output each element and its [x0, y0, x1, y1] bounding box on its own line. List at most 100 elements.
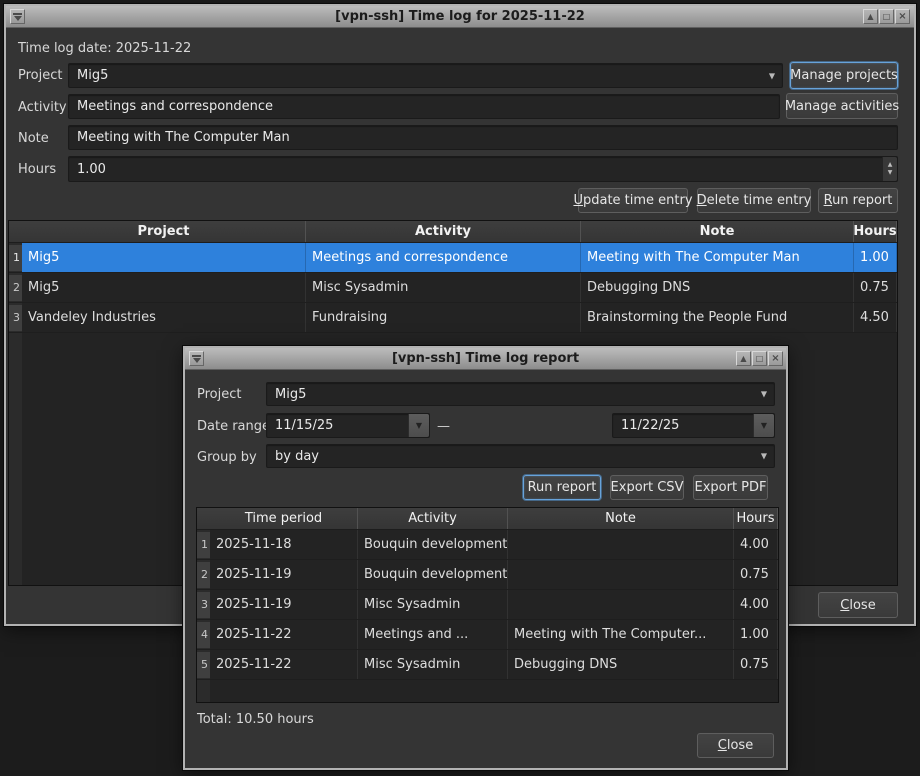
column-header-hours[interactable]: Hours	[734, 508, 778, 529]
export-csv-button[interactable]: Export CSV	[610, 475, 684, 500]
column-header-project[interactable]: Project	[22, 221, 306, 242]
table-row[interactable]: 32025-11-19Misc Sysadmin4.00	[197, 590, 778, 620]
spin-down-icon: ▼	[888, 169, 893, 177]
row-number: 2	[9, 275, 22, 301]
table-cell[interactable]: Meetings and correspondence	[306, 243, 581, 272]
export-pdf-button[interactable]: Export PDF	[693, 475, 768, 500]
group-by-combobox[interactable]: by day ▼	[266, 444, 775, 468]
group-by-combobox-value: by day	[275, 449, 319, 464]
table-cell[interactable]: Misc Sysadmin	[306, 273, 581, 302]
manage-projects-button[interactable]: Manage projects	[790, 62, 898, 89]
table-cell[interactable]	[508, 560, 734, 589]
dialog-shade-button[interactable]: ▲	[736, 351, 751, 366]
table-cell[interactable]: 0.75	[734, 650, 778, 679]
activity-label: Activity	[18, 100, 67, 115]
table-cell[interactable]: 2025-11-19	[210, 560, 358, 589]
table-row[interactable]: 12025-11-18Bouquin development 4.00	[197, 530, 778, 560]
update-time-entry-button[interactable]: Update time entry	[578, 188, 688, 213]
date-to-dropdown-button[interactable]: ▼	[753, 414, 774, 437]
table-cell[interactable]: 0.75	[854, 273, 897, 302]
table-cell[interactable]: Debugging DNS	[508, 650, 734, 679]
table-cell[interactable]: Debugging DNS	[581, 273, 854, 302]
table-cell[interactable]: Meeting with The Computer...	[508, 620, 734, 649]
column-header-activity[interactable]: Activity	[306, 221, 581, 242]
close-window-button[interactable]: ×	[895, 9, 910, 24]
table-cell[interactable]: Misc Sysadmin	[358, 650, 508, 679]
note-label: Note	[18, 131, 49, 146]
report-project-label: Project	[197, 387, 241, 402]
table-cell[interactable]: 1.00	[734, 620, 778, 649]
table-cell[interactable]: Mig5	[22, 243, 306, 272]
column-header-hours[interactable]: Hours	[854, 221, 897, 242]
table-cell[interactable]: Misc Sysadmin	[358, 590, 508, 619]
row-number-cell: 2	[9, 273, 22, 302]
column-header-note[interactable]: Note	[508, 508, 734, 529]
table-cell[interactable]: 2025-11-22	[210, 620, 358, 649]
table-cell[interactable]: Meeting with The Computer Man	[581, 243, 854, 272]
delete-time-entry-button[interactable]: Delete time entry	[697, 188, 811, 213]
activity-input[interactable]: Meetings and correspondence	[68, 94, 780, 119]
dialog-titlebar[interactable]: [vpn-ssh] Time log report ▲ □ ×	[185, 348, 786, 370]
dialog-close-button[interactable]: Close	[697, 733, 774, 758]
date-from-value: 11/15/25	[275, 418, 333, 433]
dialog-close-window-button[interactable]: ×	[768, 351, 783, 366]
date-range-label: Date range	[197, 419, 270, 434]
update-time-entry-label: Update time entry	[573, 193, 692, 208]
main-window-titlebar[interactable]: [vpn-ssh] Time log for 2025-11-22 ▲ □ ×	[6, 6, 914, 28]
table-cell[interactable]: Mig5	[22, 273, 306, 302]
table-row[interactable]: 2Mig5Misc SysadminDebugging DNS0.75	[9, 273, 897, 303]
row-number-cell: 1	[9, 243, 22, 272]
manage-projects-label: Manage projects	[790, 68, 898, 83]
table-row[interactable]: 42025-11-22Meetings and ...Meeting with …	[197, 620, 778, 650]
table-row[interactable]: 3Vandeley IndustriesFundraisingBrainstor…	[9, 303, 897, 333]
column-header-time-period[interactable]: Time period	[210, 508, 358, 529]
column-header-note[interactable]: Note	[581, 221, 854, 242]
dialog-maximize-button[interactable]: □	[752, 351, 767, 366]
note-input[interactable]: Meeting with The Computer Man	[68, 125, 898, 150]
dialog-run-report-button[interactable]: Run report	[523, 475, 601, 500]
manage-activities-button[interactable]: Manage activities	[786, 93, 898, 119]
maximize-button[interactable]: □	[879, 9, 894, 24]
shade-button[interactable]: ▲	[863, 9, 878, 24]
report-project-combobox[interactable]: Mig5 ▼	[266, 382, 775, 406]
date-from-picker[interactable]: 11/15/25 ▼	[266, 413, 430, 438]
main-close-button[interactable]: Close	[818, 592, 898, 618]
run-report-button[interactable]: Run report	[818, 188, 898, 213]
project-combobox[interactable]: Mig5 ▼	[68, 63, 783, 88]
table-cell[interactable]: Bouquin development	[358, 530, 508, 559]
dialog-run-report-label: Run report	[528, 480, 597, 495]
table-row[interactable]: 22025-11-19Bouquin development0.75	[197, 560, 778, 590]
date-from-dropdown-button[interactable]: ▼	[408, 414, 429, 437]
table-cell[interactable]	[508, 530, 734, 559]
table-cell[interactable]: Fundraising	[306, 303, 581, 332]
table-cell[interactable]: 0.75	[734, 560, 778, 589]
row-number-cell: 3	[9, 303, 22, 332]
row-number: 1	[9, 245, 22, 271]
table-cell[interactable]	[508, 590, 734, 619]
table-cell[interactable]: Vandeley Industries	[22, 303, 306, 332]
table-cell[interactable]: 4.50	[854, 303, 897, 332]
hours-spin-buttons[interactable]: ▲ ▼	[882, 157, 897, 181]
export-csv-label: Export CSV	[611, 480, 684, 495]
table-row[interactable]: 52025-11-22Misc SysadminDebugging DNS0.7…	[197, 650, 778, 680]
date-to-picker[interactable]: 11/22/25 ▼	[612, 413, 775, 438]
table-cell[interactable]: 2025-11-19	[210, 590, 358, 619]
hours-spinbox[interactable]: 1.00 ▲ ▼	[68, 156, 898, 182]
shade-icon: ▲	[867, 13, 873, 21]
column-header-activity[interactable]: Activity	[358, 508, 508, 529]
table-cell[interactable]: 2025-11-18	[210, 530, 358, 559]
report-table: Time periodActivityNoteHours12025-11-18B…	[196, 507, 779, 703]
table-cell[interactable]: Meetings and ...	[358, 620, 508, 649]
row-number-cell: 1	[197, 530, 210, 559]
table-cell[interactable]: Brainstorming the People Fund	[581, 303, 854, 332]
note-input-value: Meeting with The Computer Man	[77, 130, 290, 145]
table-cell[interactable]: Bouquin development	[358, 560, 508, 589]
chevron-down-icon: ▼	[761, 390, 767, 399]
row-number: 3	[9, 305, 22, 331]
table-cell[interactable]: 2025-11-22	[210, 650, 358, 679]
chevron-down-icon: ▼	[769, 71, 775, 80]
table-row[interactable]: 1Mig5Meetings and correspondenceMeeting …	[9, 243, 897, 273]
table-cell[interactable]: 4.00	[734, 530, 778, 559]
table-cell[interactable]: 4.00	[734, 590, 778, 619]
table-cell[interactable]: 1.00	[854, 243, 897, 272]
